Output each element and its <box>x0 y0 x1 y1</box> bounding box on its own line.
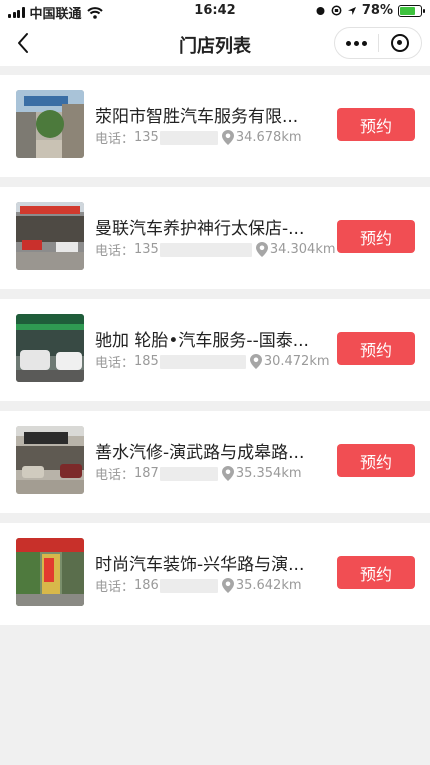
more-dots-icon[interactable] <box>335 28 378 58</box>
alarm-icon <box>316 7 325 15</box>
location-pin-icon <box>221 130 234 145</box>
status-right: 78% <box>315 3 425 18</box>
store-meta: 电话： 135 34.678km <box>95 128 302 147</box>
battery-icon <box>398 4 425 17</box>
store-meta: 电话： 186 35.642km <box>95 576 302 595</box>
location-pin-icon <box>221 578 234 593</box>
phone-prefix: 185 <box>134 354 159 369</box>
nav-bar: 门店列表 <box>0 22 430 66</box>
location-icon <box>347 6 356 15</box>
store-name: 善水汽修-演武路与成皋路... <box>95 443 305 463</box>
book-button[interactable]: 预约 <box>337 332 415 365</box>
store-photo <box>16 426 84 494</box>
store-meta: 电话： 187 35.354km <box>95 464 302 483</box>
store-card[interactable]: 善水汽修-演武路与成皋路... 电话： 187 35.354km 预约 <box>0 411 430 513</box>
store-name: 驰加 轮胎•汽车服务--国泰... <box>95 331 309 351</box>
phone-label: 电话： <box>95 580 135 595</box>
mini-program-capsule <box>334 27 422 59</box>
battery-fill <box>400 6 415 15</box>
store-meta: 电话： 135 34.304km <box>95 240 336 259</box>
phone-redacted <box>159 578 218 593</box>
phone-prefix: 186 <box>134 578 159 593</box>
battery-percent: 78% <box>361 3 393 18</box>
store-distance: 34.304km <box>269 242 336 257</box>
store-card[interactable]: 驰加 轮胎•汽车服务--国泰... 电话： 185 30.472km 预约 <box>0 299 430 401</box>
phone-prefix: 135 <box>134 242 159 257</box>
location-pin-icon <box>249 354 262 369</box>
location-pin-icon <box>221 466 234 481</box>
store-photo <box>16 90 84 158</box>
phone-prefix: 135 <box>134 130 159 145</box>
phone-label: 电话： <box>95 356 135 371</box>
store-photo <box>16 314 84 382</box>
phone-label: 电话： <box>95 244 135 259</box>
phone-prefix: 187 <box>134 466 159 481</box>
store-distance: 35.354km <box>235 466 302 481</box>
phone-redacted <box>159 354 246 369</box>
location-pin-icon <box>255 242 268 257</box>
store-name: 荥阳市智胜汽车服务有限... <box>95 107 299 127</box>
store-distance: 30.472km <box>263 354 330 369</box>
orientation-lock-icon <box>331 5 342 16</box>
store-card[interactable]: 曼联汽车养护神行太保店-... 电话： 135 34.304km 预约 <box>0 187 430 289</box>
book-button[interactable]: 预约 <box>337 444 415 477</box>
phone-redacted <box>159 242 252 257</box>
store-photo <box>16 538 84 606</box>
store-distance: 35.642km <box>235 578 302 593</box>
store-distance: 34.678km <box>235 130 302 145</box>
phone-redacted <box>159 130 218 145</box>
close-target-icon[interactable] <box>379 28 421 58</box>
store-photo <box>16 202 84 270</box>
store-card[interactable]: 时尚汽车装饰-兴华路与演... 电话： 186 35.642km 预约 <box>0 523 430 625</box>
store-card[interactable]: 荥阳市智胜汽车服务有限... 电话： 135 34.678km 预约 <box>0 75 430 177</box>
store-name: 曼联汽车养护神行太保店-... <box>95 219 305 239</box>
status-bar: 中国联通 16:42 78% <box>0 0 430 22</box>
phone-label: 电话： <box>95 132 135 147</box>
book-button[interactable]: 预约 <box>337 556 415 589</box>
store-list: 荥阳市智胜汽车服务有限... 电话： 135 34.678km 预约 曼联汽车养… <box>0 75 430 635</box>
store-meta: 电话： 185 30.472km <box>95 352 330 371</box>
phone-label: 电话： <box>95 468 135 483</box>
store-name: 时尚汽车装饰-兴华路与演... <box>95 555 305 575</box>
book-button[interactable]: 预约 <box>337 108 415 141</box>
phone-redacted <box>159 466 218 481</box>
book-button[interactable]: 预约 <box>337 220 415 253</box>
